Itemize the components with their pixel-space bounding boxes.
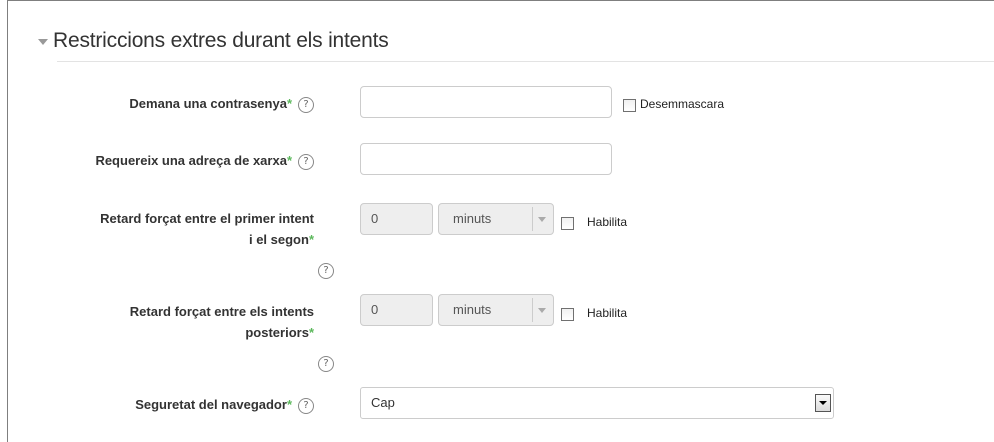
password-input[interactable] bbox=[360, 86, 612, 118]
required-asterisk-icon: * bbox=[286, 153, 292, 168]
network-label: Requereix una adreça de xarxa bbox=[95, 153, 287, 168]
network-input[interactable] bbox=[360, 143, 612, 175]
help-icon[interactable]: ? bbox=[298, 96, 314, 113]
delay1-value-input[interactable]: 0 bbox=[360, 203, 433, 235]
browser-label-row: Seguretat del navegador*? bbox=[135, 394, 314, 415]
delay2-enable-checkbox[interactable] bbox=[561, 308, 574, 321]
delay2-enable-label[interactable]: Habilita bbox=[587, 306, 627, 320]
collapse-triangle-icon[interactable] bbox=[38, 39, 48, 45]
delay2-label-row: Retard forçat entre els intents posterio… bbox=[130, 301, 314, 343]
delay1-enable-label[interactable]: Habilita bbox=[587, 215, 627, 229]
section-divider bbox=[57, 61, 994, 62]
password-label-row: Demana una contrasenya*? bbox=[129, 93, 314, 114]
delay1-label-row: Retard forçat entre el primer intent i e… bbox=[100, 208, 314, 250]
unmask-label[interactable]: Desemmascara bbox=[640, 97, 724, 111]
delay2-unit-select[interactable]: minuts bbox=[438, 294, 554, 326]
delay2-label-line1: Retard forçat entre els intents bbox=[129, 304, 314, 319]
delay2-unit-value: minuts bbox=[453, 302, 492, 317]
delay1-unit-value: minuts bbox=[453, 211, 492, 226]
required-asterisk-icon: * bbox=[308, 325, 314, 340]
dropdown-arrow-icon[interactable] bbox=[815, 394, 831, 412]
required-asterisk-icon: * bbox=[286, 96, 292, 111]
chevron-down-icon bbox=[532, 207, 550, 231]
delay1-enable-checkbox[interactable] bbox=[561, 217, 574, 230]
unmask-checkbox[interactable] bbox=[623, 99, 636, 112]
help-icon[interactable]: ? bbox=[318, 355, 334, 372]
section-title: Restriccions extres durant els intents bbox=[53, 29, 389, 52]
help-icon[interactable]: ? bbox=[318, 262, 334, 279]
browser-security-select[interactable]: Cap bbox=[360, 387, 834, 419]
chevron-down-icon bbox=[532, 298, 550, 322]
required-asterisk-icon: * bbox=[286, 397, 292, 412]
browser-security-label: Seguretat del navegador bbox=[135, 397, 287, 412]
delay1-label-line2: i el segon bbox=[248, 232, 309, 247]
help-icon[interactable]: ? bbox=[298, 153, 314, 170]
network-label-row: Requereix una adreça de xarxa*? bbox=[95, 150, 314, 171]
help-icon[interactable]: ? bbox=[298, 397, 314, 414]
delay2-value-input[interactable]: 0 bbox=[360, 294, 433, 326]
section-header[interactable]: Restriccions extres durant els intents bbox=[38, 26, 389, 56]
password-label: Demana una contrasenya bbox=[129, 96, 287, 111]
delay1-unit-select[interactable]: minuts bbox=[438, 203, 554, 235]
delay2-label-line2: posteriors bbox=[245, 325, 309, 340]
required-asterisk-icon: * bbox=[308, 232, 314, 247]
browser-security-value: Cap bbox=[371, 395, 395, 410]
delay1-label-line1: Retard forçat entre el primer intent bbox=[100, 211, 314, 226]
